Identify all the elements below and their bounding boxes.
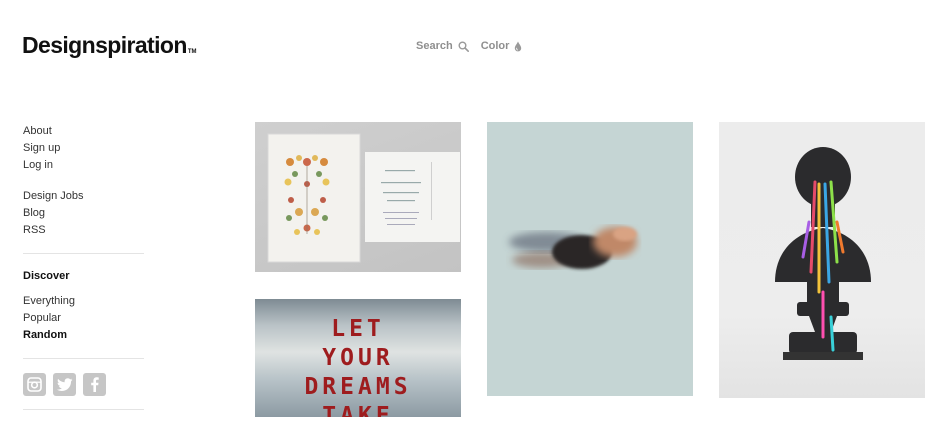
logo-link[interactable]: DesignspirationTM: [22, 32, 196, 59]
image-tile-stationery[interactable]: [255, 122, 461, 272]
account-links: About Sign up Log in: [23, 123, 144, 174]
twitter-icon[interactable]: [53, 373, 76, 396]
image-tile-sculpture[interactable]: [719, 122, 925, 398]
divider: [23, 409, 144, 410]
poster-line: TAKE: [322, 403, 394, 417]
instagram-icon[interactable]: [23, 373, 46, 396]
popular-link[interactable]: Popular: [23, 310, 144, 327]
login-link[interactable]: Log in: [23, 157, 144, 174]
divider: [23, 358, 144, 359]
sculpture-image: [775, 147, 871, 360]
logo-text: Designspiration: [22, 32, 187, 58]
search-link[interactable]: Search: [416, 40, 469, 52]
droplet-icon: [515, 41, 522, 51]
color-label: Color: [480, 40, 510, 52]
facebook-icon[interactable]: [83, 373, 106, 396]
poster-line: YOUR: [322, 345, 394, 371]
resource-links: Design Jobs Blog RSS: [23, 188, 144, 239]
everything-link[interactable]: Everything: [23, 293, 144, 310]
color-link[interactable]: Color: [481, 40, 523, 52]
divider: [23, 253, 144, 254]
underwater-image: [509, 227, 637, 269]
search-label: Search: [416, 40, 453, 52]
sidebar: About Sign up Log in Design Jobs Blog RS…: [23, 123, 144, 424]
stationery-image: [267, 133, 460, 263]
poster-line: LET: [331, 316, 385, 342]
image-tile-poster[interactable]: LET YOUR DREAMS TAKE: [255, 299, 461, 417]
signup-link[interactable]: Sign up: [23, 140, 144, 157]
social-links: [23, 373, 144, 396]
design-jobs-link[interactable]: Design Jobs: [23, 188, 144, 205]
about-link[interactable]: About: [23, 123, 144, 140]
poster-line: DREAMS: [304, 374, 412, 400]
search-icon: [458, 41, 469, 52]
top-nav: Search Color: [416, 40, 522, 52]
rss-link[interactable]: RSS: [23, 222, 144, 239]
image-tile-underwater[interactable]: [487, 122, 693, 396]
discover-heading: Discover: [23, 270, 70, 282]
trademark: TM: [187, 49, 197, 55]
poster-text: LET YOUR DREAMS TAKE: [255, 315, 461, 417]
discover-section: Discover Everything Popular Random: [23, 268, 144, 344]
random-link[interactable]: Random: [23, 327, 144, 344]
blog-link[interactable]: Blog: [23, 205, 144, 222]
